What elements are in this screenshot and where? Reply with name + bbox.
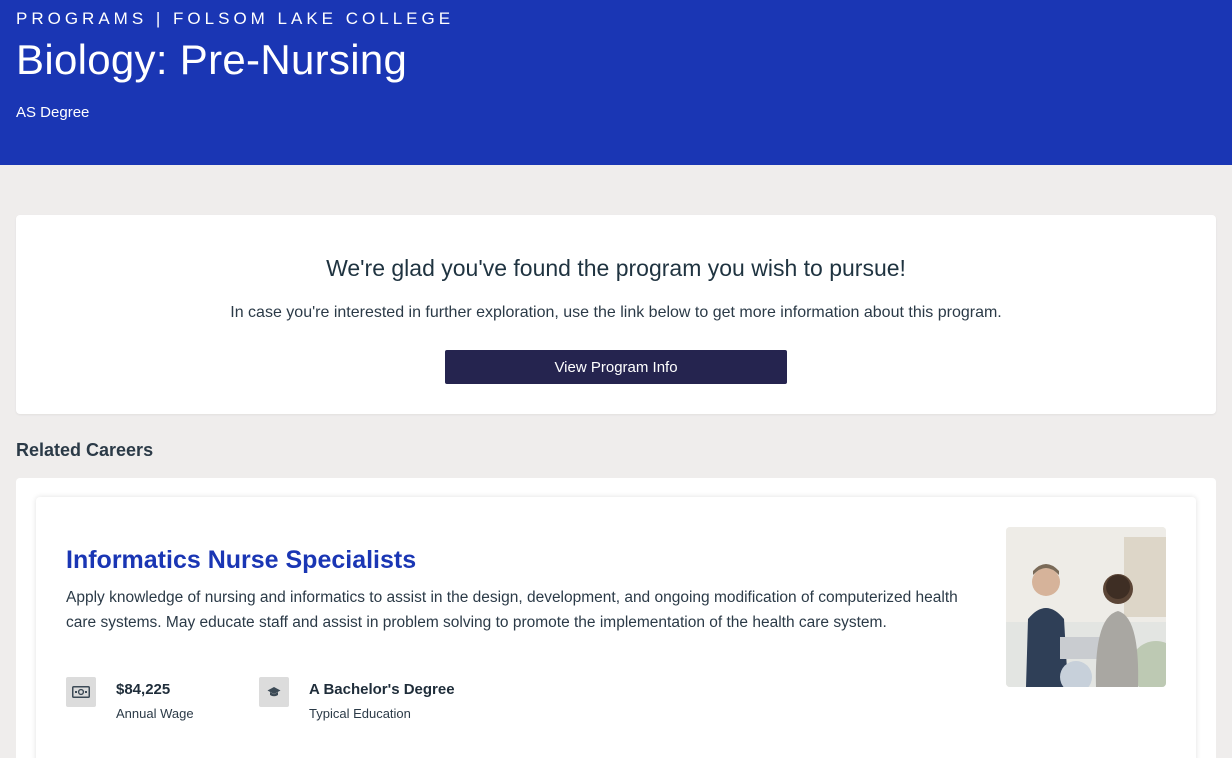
career-title-link[interactable]: Informatics Nurse Specialists — [66, 546, 416, 575]
related-careers-heading: Related Careers — [16, 440, 154, 460]
typical-education-value: A Bachelor's Degree — [309, 681, 455, 698]
typical-education-label: Typical Education — [309, 706, 411, 721]
career-card[interactable]: Informatics Nurse Specialists Apply know… — [36, 497, 1196, 758]
degree-label: AS Degree — [16, 104, 90, 121]
view-program-info-button[interactable]: View Program Info — [445, 350, 787, 384]
info-text: In case you're interested in further exp… — [230, 304, 1002, 321]
info-heading: We're glad you've found the program you … — [326, 255, 906, 281]
career-photo — [1006, 527, 1166, 687]
money-icon — [66, 677, 96, 707]
program-header: PROGRAMS | FOLSOM LAKE COLLEGE Biology: … — [0, 0, 1232, 165]
program-info-card: We're glad you've found the program you … — [16, 215, 1216, 414]
related-careers-panel: Informatics Nurse Specialists Apply know… — [16, 478, 1216, 758]
page-title: Biology: Pre-Nursing — [16, 36, 408, 83]
annual-wage-label: Annual Wage — [116, 706, 194, 721]
breadcrumb: PROGRAMS | FOLSOM LAKE COLLEGE — [16, 9, 455, 28]
career-description: Apply knowledge of nursing and informati… — [66, 589, 958, 631]
annual-wage-value: $84,225 — [116, 681, 171, 698]
graduation-cap-icon — [259, 677, 289, 707]
